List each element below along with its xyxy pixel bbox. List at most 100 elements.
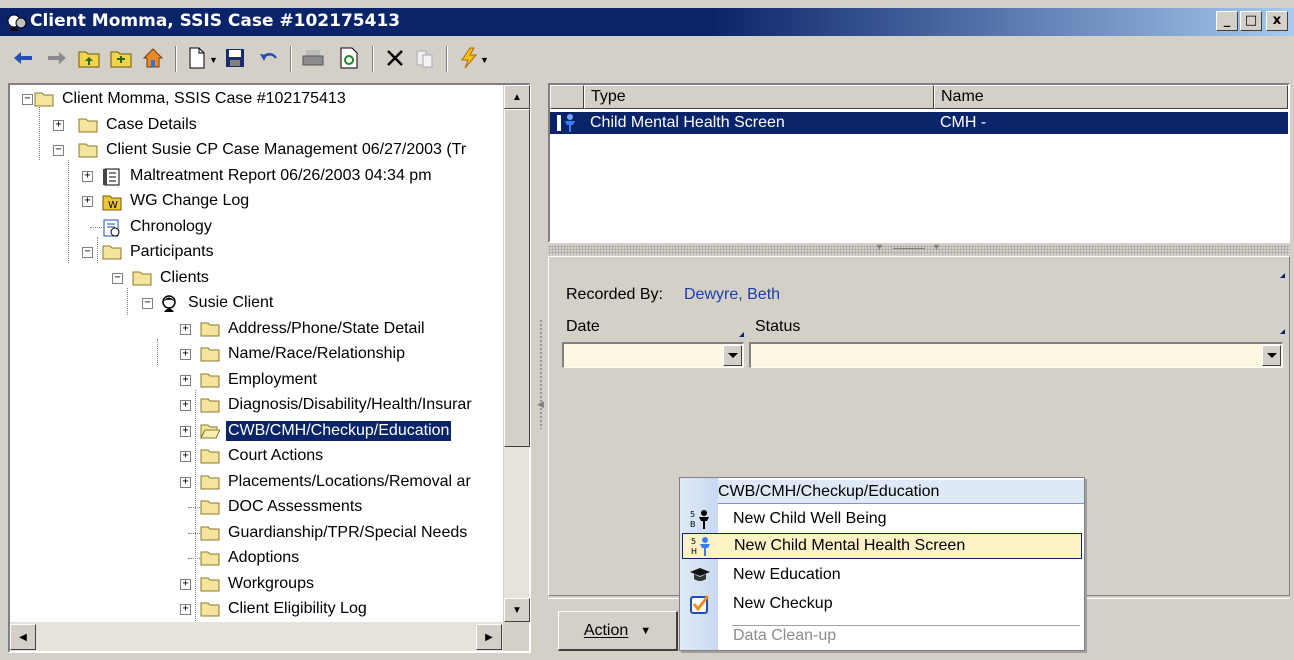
case-tree[interactable]: − Client Momma, SSIS Case #102175413 + Case… — [10, 85, 503, 622]
menu-item-new-education[interactable]: New Education — [682, 562, 1082, 588]
folder-open-button[interactable] — [108, 45, 134, 71]
expand-icon[interactable]: + — [180, 323, 191, 335]
date-field[interactable] — [562, 342, 744, 368]
chevron-down-icon[interactable]: ▼ — [875, 242, 884, 252]
child-mental-health-icon — [550, 112, 584, 134]
chevron-down-icon[interactable]: ▼ — [480, 55, 489, 65]
tree-item[interactable]: Client Eligibility Log — [200, 598, 369, 620]
forward-button[interactable] — [44, 45, 70, 71]
status-field[interactable] — [749, 342, 1283, 368]
close-button[interactable]: x — [1266, 11, 1288, 31]
folder-icon — [200, 550, 220, 566]
menu-item-label: New Child Well Being — [733, 510, 887, 527]
folder-up-button[interactable] — [76, 45, 102, 71]
tree-item[interactable]: Employment — [200, 369, 319, 391]
vertical-splitter[interactable]: ◀ — [535, 83, 547, 653]
menu-item-new-child-well-being[interactable]: 5B New Child Well Being — [682, 506, 1082, 532]
expand-icon[interactable]: + — [180, 451, 191, 462]
tree-item[interactable]: Address/Phone/State Detail — [200, 318, 427, 340]
folder-icon — [200, 576, 220, 592]
tree-item[interactable]: W WG Change Log — [102, 190, 251, 212]
tree-item[interactable]: DOC Assessments — [200, 496, 364, 518]
tree-item[interactable]: CWB/CMH/Checkup/Education — [200, 419, 453, 442]
expand-icon[interactable]: + — [180, 425, 191, 437]
tree-item[interactable]: Placements/Locations/Removal ar — [200, 471, 473, 493]
scroll-thumb[interactable] — [504, 109, 530, 447]
recorded-by-value[interactable]: Dewyre, Beth — [684, 286, 780, 304]
lightning-button[interactable] — [456, 45, 482, 71]
tree-item[interactable]: Chronology — [102, 216, 214, 238]
horizontal-splitter[interactable]: ▼ ▼ — [548, 242, 1290, 255]
expand-icon[interactable]: + — [82, 170, 93, 182]
tree-item[interactable]: Court Actions — [200, 445, 325, 467]
lightning-icon — [461, 47, 478, 69]
undo-button[interactable] — [256, 45, 282, 71]
list-icon-column[interactable] — [550, 85, 584, 109]
print-button[interactable] — [300, 45, 326, 71]
column-name[interactable]: Name — [934, 85, 1288, 109]
tree-item[interactable]: Case Details — [78, 114, 199, 136]
tree-item[interactable]: Client Susie CP Case Management 06/27/20… — [78, 139, 468, 161]
tree-item[interactable]: Diagnosis/Disability/Health/Insurar — [200, 394, 474, 416]
scroll-left-button[interactable]: ◀ — [10, 624, 36, 650]
collapse-left-icon[interactable]: ◀ — [537, 399, 544, 410]
tree-item[interactable]: Client Momma, SSIS Case #102175413 — [34, 88, 348, 110]
menu-item-label: Data Clean-up — [733, 627, 837, 644]
collapse-icon[interactable]: − — [142, 298, 153, 309]
expand-icon[interactable]: + — [180, 400, 191, 411]
scroll-right-button[interactable]: ▶ — [476, 624, 502, 650]
expand-icon[interactable]: + — [180, 476, 191, 488]
expand-icon[interactable]: + — [180, 349, 191, 360]
items-list[interactable]: Type Name Child Mental Health Screen CMH… — [548, 83, 1290, 243]
tree-horizontal-scrollbar[interactable]: ◀ ▶ — [10, 622, 503, 651]
collapse-icon[interactable]: − — [53, 145, 64, 156]
delete-button[interactable] — [382, 45, 408, 71]
collapse-icon[interactable]: − — [22, 94, 33, 105]
folder-icon — [200, 499, 220, 515]
copy-button[interactable] — [412, 45, 438, 71]
action-button[interactable]: Action ▼ — [558, 611, 678, 651]
menu-item-new-checkup[interactable]: New Checkup — [682, 591, 1082, 617]
tree-item[interactable]: Guardianship/TPR/Special Needs — [200, 522, 469, 544]
minimize-button[interactable]: _ — [1216, 11, 1238, 31]
maximize-button[interactable]: □ — [1240, 11, 1262, 31]
status-dropdown-button[interactable] — [1262, 345, 1281, 366]
new-document-button[interactable] — [184, 45, 210, 71]
folder-icon — [200, 448, 220, 464]
popup-menu-title: CWB/CMH/Checkup/Education — [718, 480, 1084, 504]
scroll-up-button[interactable]: ▲ — [504, 85, 530, 109]
svg-text:5: 5 — [691, 537, 696, 546]
tree-item-label: Placements/Locations/Removal ar — [228, 472, 471, 490]
title-bar[interactable]: Client Momma, SSIS Case #102175413 _ □ x — [0, 8, 1294, 36]
collapse-icon[interactable]: − — [82, 247, 93, 258]
back-button[interactable] — [10, 45, 36, 71]
tree-item[interactable]: Workgroups — [200, 573, 316, 595]
scroll-down-button[interactable]: ▼ — [504, 598, 530, 622]
column-type[interactable]: Type — [584, 85, 934, 109]
chevron-down-icon[interactable]: ▼ — [932, 242, 941, 252]
expand-icon[interactable]: + — [180, 578, 191, 590]
expand-icon[interactable]: + — [82, 196, 93, 207]
tree-item-label: Client Susie CP Case Management 06/27/20… — [106, 141, 467, 158]
tree-item[interactable]: Name/Race/Relationship — [200, 343, 407, 365]
refresh-button[interactable] — [336, 45, 362, 71]
delete-icon — [387, 50, 403, 66]
menu-item-data-clean-up[interactable]: Data Clean-up — [682, 623, 1082, 649]
tree-vertical-scrollbar[interactable]: ▲ ▼ — [503, 85, 530, 622]
chronology-icon — [102, 219, 122, 236]
chevron-down-icon[interactable]: ▼ — [209, 55, 218, 65]
tree-item[interactable]: Susie Client — [160, 292, 275, 314]
menu-item-new-child-mental-health-screen[interactable]: 5H New Child Mental Health Screen — [682, 533, 1082, 559]
tree-item[interactable]: Participants — [102, 241, 216, 263]
list-row[interactable]: Child Mental Health Screen CMH - — [550, 112, 1288, 134]
tree-item[interactable]: Maltreatment Report 06/26/2003 04:34 pm — [102, 165, 434, 187]
collapse-icon[interactable]: − — [112, 272, 123, 284]
expand-icon[interactable]: + — [180, 374, 191, 386]
date-dropdown-button[interactable] — [723, 345, 742, 366]
tree-item[interactable]: Adoptions — [200, 547, 301, 569]
expand-icon[interactable]: + — [180, 604, 191, 615]
expand-icon[interactable]: + — [53, 119, 64, 131]
home-button[interactable] — [140, 45, 166, 71]
save-button[interactable] — [222, 45, 248, 71]
tree-item[interactable]: Clients — [132, 267, 211, 289]
